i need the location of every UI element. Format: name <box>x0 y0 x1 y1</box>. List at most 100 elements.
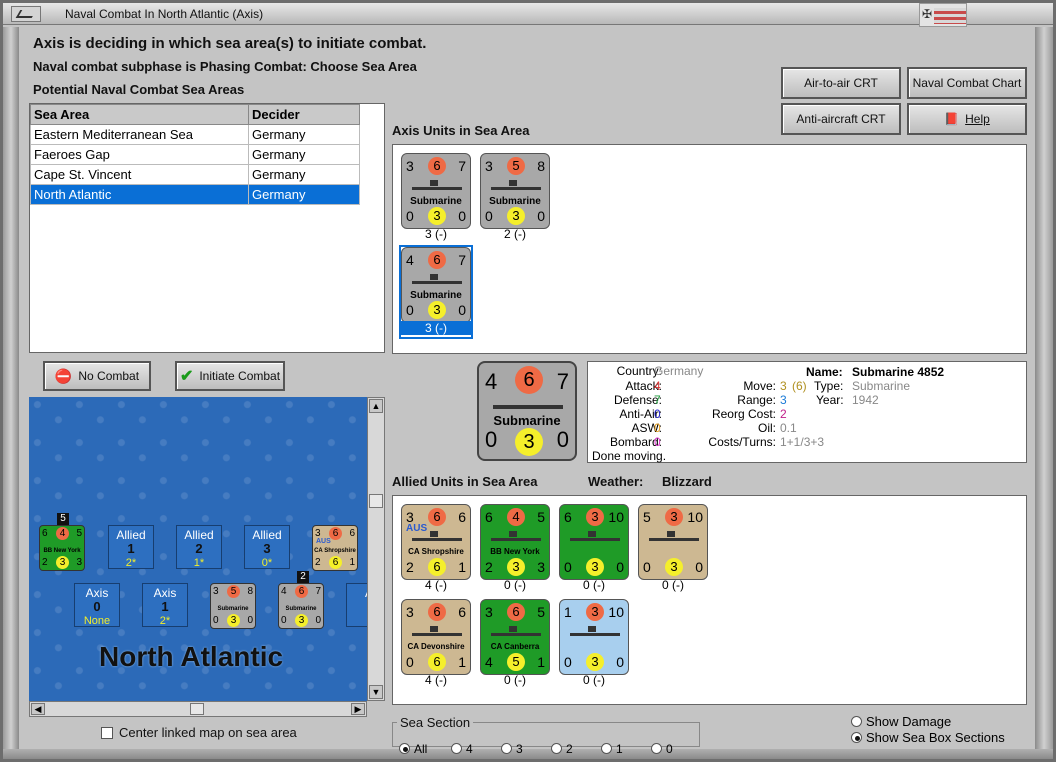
radio-button[interactable] <box>851 732 862 743</box>
radio-all[interactable]: All <box>399 742 427 756</box>
counter-move: 3 <box>295 614 308 627</box>
counter-name: CA Shropshire <box>408 547 464 556</box>
costs-value: 1+1/3+3 <box>780 435 825 449</box>
radio-button[interactable] <box>651 743 662 754</box>
counter-name: Submarine <box>410 196 462 207</box>
allied-unit[interactable]: 3 6 5 4 5 1 CA Canberra <box>480 599 550 675</box>
initiate-combat-button[interactable]: ✔ Initiate Combat <box>175 361 285 391</box>
sea-box-axis-1[interactable]: Axis 1 2* <box>142 583 188 627</box>
map-counter-submarine-1[interactable]: 358 Submarine 030 <box>210 583 256 629</box>
scroll-thumb[interactable] <box>190 703 204 715</box>
table-row[interactable]: Eastern Mediterranean Sea Germany <box>30 124 360 145</box>
radio-3[interactable]: 3 <box>501 742 523 756</box>
allied-unit[interactable]: 6 4 5 2 3 3 BB New York <box>480 504 550 580</box>
show-sections-option[interactable]: Show Sea Box Sections <box>851 730 1005 745</box>
sea-box-allied-1[interactable]: Allied 1 2* <box>108 525 154 569</box>
table-row[interactable]: Cape St. Vincent Germany <box>30 164 360 185</box>
help-button[interactable]: 📕 Help <box>907 103 1027 135</box>
show-damage-option[interactable]: Show Damage <box>851 714 951 729</box>
radio-button[interactable] <box>451 743 462 754</box>
system-menu-button[interactable] <box>11 6 41 22</box>
counter-value: 7 <box>315 586 321 597</box>
status-text: Done moving. <box>592 449 667 463</box>
air-label: Air-to-air CRT <box>804 76 878 90</box>
subphase-text: Naval combat subphase is Phasing Combat:… <box>33 59 417 74</box>
unit-label: 0 (-) <box>583 673 605 687</box>
no-combat-button[interactable]: ⛔ No Combat <box>43 361 151 391</box>
counter-value: 7 <box>556 369 569 394</box>
map-counter-ca-shropshire[interactable]: 366 AUS CA Shropshire 261 <box>312 525 358 571</box>
antiair-label: Anti-Air: <box>619 407 662 421</box>
radio-button[interactable] <box>551 743 562 754</box>
counter-move: 3 <box>586 558 604 576</box>
counter-value: 0 <box>616 559 624 575</box>
naval-combat-chart-button[interactable]: Naval Combat Chart <box>907 67 1027 99</box>
scroll-right-arrow-icon[interactable]: ▶ <box>351 703 365 715</box>
attack-label: Attack: <box>625 379 662 393</box>
radio-0[interactable]: 0 <box>651 742 673 756</box>
cell: Germany <box>248 124 360 145</box>
table-row[interactable]: Faeroes Gap Germany <box>30 144 360 165</box>
box-number: 2 <box>195 541 203 556</box>
unit-label: 0 (-) <box>583 578 605 592</box>
scroll-down-arrow-icon[interactable]: ▼ <box>369 685 383 699</box>
sea-box-axis-partial[interactable]: A <box>346 583 367 627</box>
costs-label: Costs/Turns: <box>708 435 776 449</box>
map-sea-area-title: North Atlantic <box>99 641 284 672</box>
counter-value: 1 <box>349 557 355 568</box>
antiair-value: 0 <box>654 407 661 421</box>
bombard-value: 0 <box>654 435 661 449</box>
air-to-air-crt-button[interactable]: Air-to-air CRT <box>781 67 901 99</box>
sea-area-map[interactable]: 645 BB New York 233 5 Allied 1 2* Allied 2 1… <box>29 397 367 701</box>
axis-unit-1[interactable]: 367 Submarine 030 <box>401 153 471 229</box>
sea-box-allied-2[interactable]: Allied 2 1* <box>176 525 222 569</box>
map-counter-submarine-2[interactable]: 467 Submarine 030 <box>278 583 324 629</box>
map-horizontal-scrollbar[interactable]: ◀ ▶ <box>29 701 367 717</box>
box-number: 0 <box>93 599 101 614</box>
radio-2[interactable]: 2 <box>551 742 573 756</box>
counter-move: 3 <box>507 207 525 225</box>
allied-unit[interactable]: 5 3 10 0 3 0 <box>638 504 708 580</box>
stack-count: 2 <box>297 571 309 583</box>
radio-label: 2 <box>566 742 573 756</box>
allied-unit[interactable]: 3 6 6 0 6 1 CA Devonshire <box>401 599 471 675</box>
submarine-icon <box>491 180 541 190</box>
allied-unit[interactable]: 6 3 10 0 3 0 <box>559 504 629 580</box>
map-counter-bb-new-york[interactable]: 645 BB New York 233 <box>39 525 85 571</box>
radio-button[interactable] <box>851 716 862 727</box>
counter-attack: 4 <box>507 508 525 526</box>
counter-value: 0 <box>556 427 569 452</box>
center-map-checkbox[interactable]: Center linked map on sea area <box>101 725 297 740</box>
no-entry-icon: ⛔ <box>54 367 73 384</box>
scroll-up-arrow-icon[interactable]: ▲ <box>369 399 383 413</box>
sea-box-axis-0[interactable]: Axis 0 None <box>74 583 120 627</box>
scroll-thumb[interactable] <box>369 494 383 508</box>
axis-unit-3[interactable]: 467 Submarine 030 <box>401 247 471 323</box>
table-row-selected[interactable]: North Atlantic Germany <box>30 184 360 205</box>
counter-value: 3 <box>537 559 545 575</box>
allied-unit[interactable]: 3 6 6 2 6 1 AUS CA Shropshire <box>401 504 471 580</box>
radio-1[interactable]: 1 <box>601 742 623 756</box>
unit-label: 0 (-) <box>504 578 526 592</box>
sea-box-allied-3[interactable]: Allied 3 0* <box>244 525 290 569</box>
map-vertical-scrollbar[interactable]: ▲ ▼ <box>367 397 385 701</box>
radio-button[interactable] <box>399 743 410 754</box>
counter-value: 0 <box>537 208 545 224</box>
radio-4[interactable]: 4 <box>451 742 473 756</box>
radio-button[interactable] <box>501 743 512 754</box>
counter-name: CA Canberra <box>490 642 540 651</box>
allied-unit[interactable]: 1 3 10 0 3 0 <box>559 599 629 675</box>
counter-value: 10 <box>608 509 624 525</box>
box-status: 1* <box>193 557 205 569</box>
axis-unit-2[interactable]: 358 Submarine 030 <box>480 153 550 229</box>
checkbox-box[interactable] <box>101 727 113 739</box>
radio-button[interactable] <box>601 743 612 754</box>
anti-aircraft-crt-button[interactable]: Anti-aircraft CRT <box>781 103 901 135</box>
bombard-label: Bombard: <box>609 435 662 449</box>
warship-icon <box>570 531 620 541</box>
scroll-left-arrow-icon[interactable]: ◀ <box>31 703 45 715</box>
counter-value: 5 <box>537 509 545 525</box>
counter-value: 0 <box>643 559 651 575</box>
sea-section-group: Sea Section All 4 3 2 1 0 <box>392 715 700 756</box>
col-decider: Decider <box>248 104 360 125</box>
